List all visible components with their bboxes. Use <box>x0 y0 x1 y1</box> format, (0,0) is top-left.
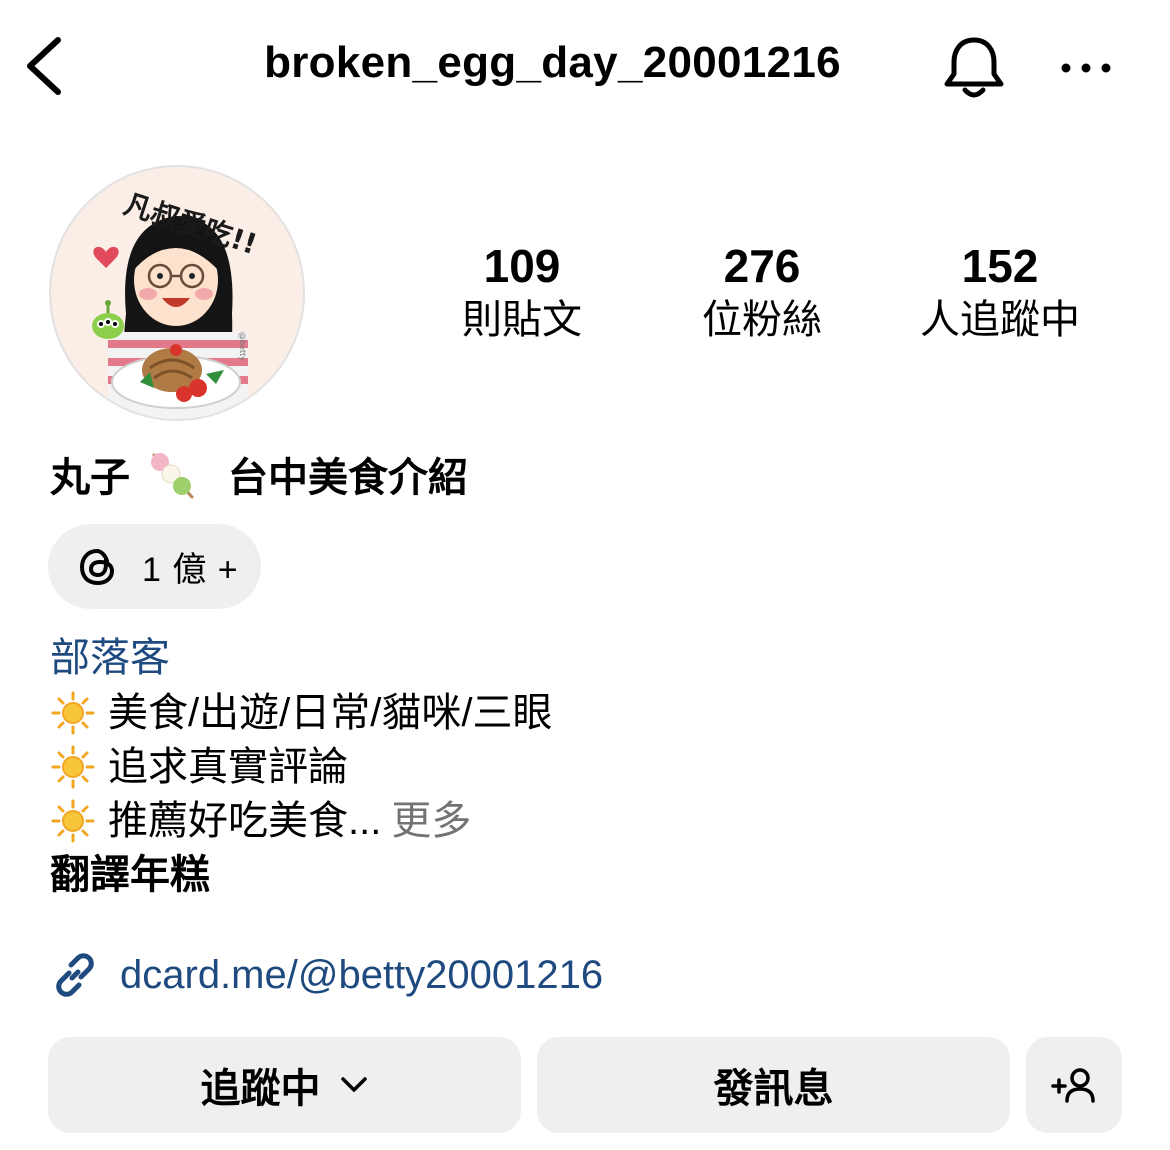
profile-category: 部落客 <box>50 636 170 680</box>
profile-name-text: 丸子 <box>50 456 130 500</box>
bio-more-link[interactable]: 更多 <box>391 794 471 848</box>
threads-icon <box>80 548 114 585</box>
add-user-button[interactable] <box>1026 1037 1122 1133</box>
profile-link[interactable]: dcard.me/@betty20001216 <box>48 948 603 1002</box>
translate-bio-link[interactable]: 翻譯年糕 <box>50 848 210 902</box>
stat-following-count: 152 <box>961 240 1039 292</box>
add-user-icon <box>1051 1068 1095 1103</box>
bio-line: 追求真實評論 <box>50 740 348 794</box>
stat-posts-label: 則貼文 <box>462 298 582 342</box>
bio-line-text: 美食/出遊/日常/貓咪/三眼 <box>108 691 553 735</box>
message-button-label: 發訊息 <box>713 1067 834 1111</box>
bio-line: 美食/出遊/日常/貓咪/三眼 <box>50 686 552 740</box>
profile-name: 丸子 台中美食介紹 <box>50 446 468 502</box>
threads-badge[interactable]: 1 億 + <box>48 524 261 609</box>
bio-line: 推薦好吃美食... 更多 <box>50 794 471 848</box>
stat-following-label: 人追蹤中 <box>920 298 1080 342</box>
stat-following[interactable]: 152 人追蹤中 <box>900 240 1100 346</box>
sun-icon <box>51 745 95 789</box>
profile-name-suffix: 台中美食介紹 <box>228 456 468 500</box>
link-icon <box>56 953 94 997</box>
following-button[interactable]: 追蹤中 <box>48 1037 521 1133</box>
stat-followers-count: 276 <box>723 240 801 292</box>
chevron-down-icon <box>340 1077 367 1092</box>
following-button-label: 追蹤中 <box>200 1067 321 1111</box>
stat-followers[interactable]: 276 位粉絲 <box>662 240 862 346</box>
profile-avatar[interactable]: 凡叔愛吃!! @betty <box>48 164 306 422</box>
bell-icon[interactable] <box>940 34 1008 102</box>
svg-text:@betty: @betty <box>238 332 247 361</box>
message-button[interactable]: 發訊息 <box>537 1037 1010 1133</box>
dango-icon <box>151 453 194 499</box>
threads-follower-count: 1 億 + <box>142 551 239 589</box>
chevron-left-icon[interactable] <box>20 34 70 98</box>
stat-followers-label: 位粉絲 <box>702 298 822 342</box>
sun-icon <box>51 691 95 735</box>
bio-line-text: 追求真實評論 <box>108 745 348 789</box>
stat-posts[interactable]: 109 則貼文 <box>422 240 622 346</box>
sun-icon <box>51 799 95 843</box>
bio-line-text: 推薦好吃美食... <box>108 799 382 843</box>
profile-username-title: broken_egg_day_20001216 <box>264 38 841 87</box>
more-horizontal-icon[interactable] <box>1058 52 1114 84</box>
stat-posts-count: 109 <box>483 240 561 292</box>
profile-link-text: dcard.me/@betty20001216 <box>120 952 604 997</box>
